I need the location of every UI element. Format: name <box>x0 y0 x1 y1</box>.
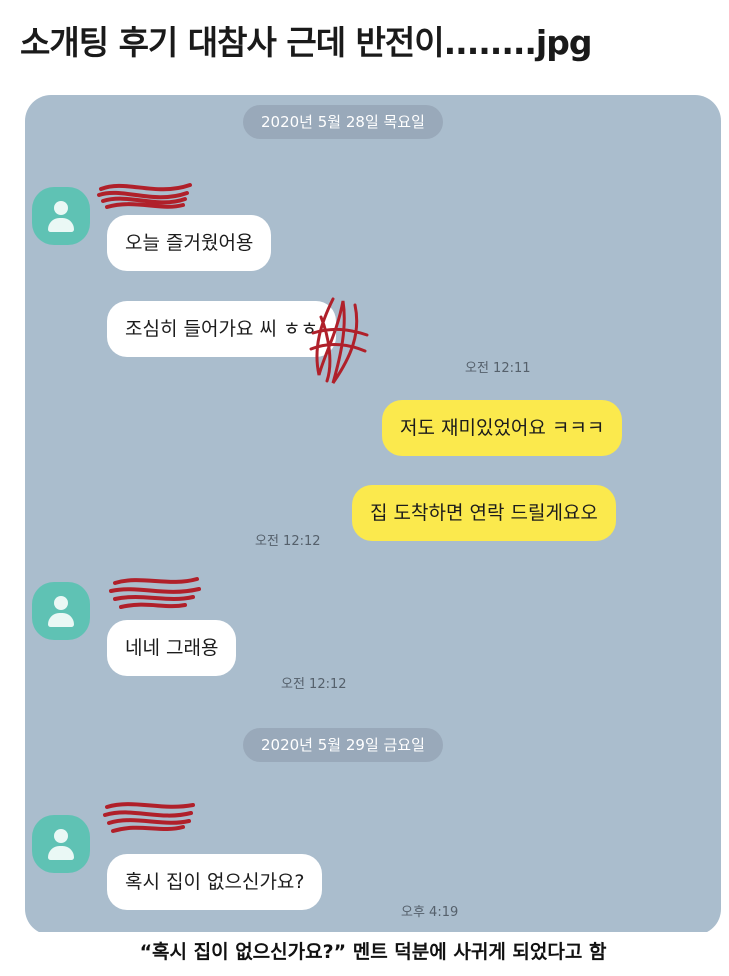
message-timestamp: 오후 4:19 <box>401 905 459 920</box>
chat-screenshot: 2020년 5월 28일 목요일 오늘 즐거웠어용 조심히 들어가요 씨 ㅎㅎ … <box>25 95 721 935</box>
outgoing-message-bubble[interactable]: 저도 재미있었어요 ㅋㅋㅋ <box>382 400 623 456</box>
date-divider: 2020년 5월 29일 금요일 <box>243 728 443 762</box>
name-redaction-scribble <box>103 802 195 833</box>
message-timestamp: 오전 12:12 <box>255 534 321 549</box>
post-title: 소개팅 후기 대참사 근데 반전이........jpg <box>20 23 592 62</box>
name-redaction-scribble <box>97 183 192 209</box>
incoming-message-bubble[interactable]: 네네 그래용 <box>107 620 237 676</box>
incoming-message-bubble[interactable]: 조심히 들어가요 씨 ㅎㅎ <box>107 301 336 357</box>
name-redaction-scribble <box>109 577 201 609</box>
name-redaction-scribble <box>309 297 369 384</box>
incoming-message-bubble[interactable]: 혹시 집이 없으신가요? <box>107 854 323 910</box>
incoming-message-bubble[interactable]: 오늘 즐거웠어용 <box>107 215 272 271</box>
message-timestamp: 오전 12:12 <box>281 677 347 692</box>
profile-avatar-icon[interactable] <box>32 582 90 640</box>
post-caption: “혹시 집이 없으신가요?” 멘트 덕분에 사귀게 되었다고 함 <box>25 932 721 972</box>
message-timestamp: 오전 12:11 <box>465 361 531 376</box>
profile-avatar-icon[interactable] <box>32 815 90 873</box>
outgoing-message-bubble[interactable]: 집 도착하면 연락 드릴게요오 <box>352 485 616 541</box>
message-text: 조심히 들어가요 <box>125 318 260 340</box>
profile-avatar-icon[interactable] <box>32 187 90 245</box>
date-divider: 2020년 5월 28일 목요일 <box>243 105 443 139</box>
